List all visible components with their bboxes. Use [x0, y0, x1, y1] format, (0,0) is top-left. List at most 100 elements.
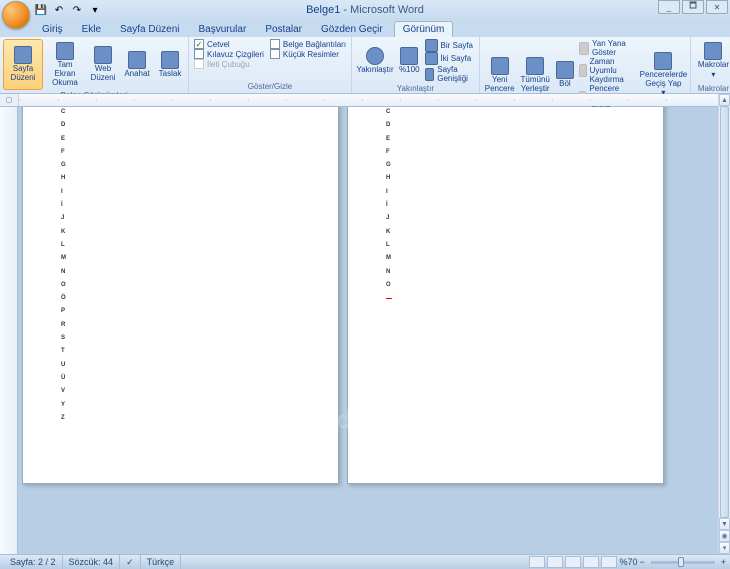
tab-mailings[interactable]: Postalar: [257, 22, 310, 37]
scroll-thumb[interactable]: [720, 106, 729, 518]
text-line[interactable]: H: [61, 175, 338, 188]
zoom-in-button[interactable]: +: [721, 557, 726, 567]
text-line[interactable]: P: [61, 308, 338, 321]
text-line[interactable]: E: [61, 136, 338, 149]
page-status[interactable]: Sayfa: 2 / 2: [4, 555, 63, 569]
scroll-up-icon[interactable]: ▲: [719, 94, 730, 106]
view-draft-icon[interactable]: [601, 556, 617, 568]
text-line[interactable]: C: [61, 109, 338, 122]
text-line[interactable]: C: [386, 109, 663, 122]
macros-button[interactable]: Makrolar ▾: [694, 39, 730, 83]
text-line[interactable]: O: [386, 282, 663, 295]
tab-view[interactable]: Görünüm: [394, 21, 454, 37]
view-fullscreen-icon[interactable]: [547, 556, 563, 568]
minimize-button[interactable]: _: [658, 0, 680, 14]
zoom-level[interactable]: %70: [619, 557, 637, 567]
text-line[interactable]: J: [61, 215, 338, 228]
page-2[interactable]: CDEFGHIİJKLMNO: [347, 107, 664, 484]
hundred-button[interactable]: %100: [397, 39, 421, 83]
text-line[interactable]: G: [61, 162, 338, 175]
text-line[interactable]: Z: [61, 415, 338, 428]
horizontal-ruler[interactable]: ▢ ··················: [0, 94, 730, 107]
text-line[interactable]: D: [386, 122, 663, 135]
save-icon[interactable]: 💾: [34, 3, 48, 17]
text-line[interactable]: Ö: [61, 295, 338, 308]
prev-page-icon[interactable]: ◉: [719, 530, 730, 542]
thumbs-checkbox[interactable]: Küçük Resimler: [268, 49, 348, 59]
scroll-down-icon[interactable]: ▼: [719, 518, 730, 530]
one-page-button[interactable]: Bir Sayfa: [424, 39, 476, 52]
outline-button[interactable]: Anahat: [121, 39, 153, 90]
page-width-button[interactable]: Sayfa Genişliği: [424, 65, 476, 83]
page-1[interactable]: CDEFGHIİJKLMNOÖPRSTUÜVYZ: [22, 107, 339, 484]
text-line[interactable]: V: [61, 388, 338, 401]
window-controls: _ 🗖 ✕: [658, 0, 728, 14]
cursor-line[interactable]: [386, 295, 663, 308]
text-line[interactable]: M: [386, 255, 663, 268]
two-page-button[interactable]: İki Sayfa: [424, 52, 476, 65]
group-macros: Makrolar ▾ Makrolar: [691, 37, 730, 93]
word-count[interactable]: Sözcük: 44: [63, 555, 121, 569]
text-line[interactable]: R: [61, 322, 338, 335]
text-line[interactable]: J: [386, 215, 663, 228]
view-outline-icon[interactable]: [583, 556, 599, 568]
tab-home[interactable]: Giriş: [34, 22, 71, 37]
zoom-slider[interactable]: [651, 561, 715, 564]
redo-icon[interactable]: ↷: [70, 3, 84, 17]
group-zoom: Yakınlaştır %100 Bir Sayfa İki Sayfa Say…: [352, 37, 480, 93]
text-line[interactable]: G: [386, 162, 663, 175]
text-line[interactable]: K: [386, 229, 663, 242]
ruler-toggle[interactable]: ▢: [0, 94, 19, 106]
office-button[interactable]: [2, 1, 30, 29]
text-line[interactable]: O: [61, 282, 338, 295]
zoom-button[interactable]: Yakınlaştır: [355, 39, 395, 83]
text-line[interactable]: M: [61, 255, 338, 268]
text-line[interactable]: S: [61, 335, 338, 348]
text-line[interactable]: H: [386, 175, 663, 188]
text-line[interactable]: L: [61, 242, 338, 255]
view-print-icon[interactable]: [529, 556, 545, 568]
gridlines-checkbox[interactable]: Kılavuz Çizgileri: [192, 49, 266, 59]
text-line[interactable]: I: [386, 189, 663, 202]
web-layout-button[interactable]: Web Düzeni: [87, 39, 119, 90]
text-line[interactable]: I: [61, 189, 338, 202]
ribbon-tabs: Giriş Ekle Sayfa Düzeni Başvurular Posta…: [0, 20, 730, 37]
vertical-ruler[interactable]: [0, 107, 18, 554]
text-line[interactable]: L: [386, 242, 663, 255]
text-line[interactable]: D: [61, 122, 338, 135]
print-layout-button[interactable]: Sayfa Düzeni: [3, 39, 43, 90]
undo-icon[interactable]: ↶: [52, 3, 66, 17]
zoom-out-button[interactable]: −: [639, 557, 644, 567]
maximize-button[interactable]: 🗖: [682, 0, 704, 14]
text-line[interactable]: İ: [61, 202, 338, 215]
ruler-checkbox[interactable]: ✓Cetvel: [192, 39, 266, 49]
text-line[interactable]: F: [61, 149, 338, 162]
text-line[interactable]: E: [386, 136, 663, 149]
vertical-scrollbar[interactable]: ▲ ▼ ◉ ▾: [718, 94, 730, 554]
text-line[interactable]: İ: [386, 202, 663, 215]
text-line[interactable]: Ü: [61, 375, 338, 388]
tab-pagelayout[interactable]: Sayfa Düzeni: [112, 22, 187, 37]
view-web-icon[interactable]: [565, 556, 581, 568]
text-line[interactable]: K: [61, 229, 338, 242]
spell-check-icon[interactable]: ✓: [120, 555, 141, 569]
text-line[interactable]: N: [61, 269, 338, 282]
text-line[interactable]: F: [386, 149, 663, 162]
text-line[interactable]: T: [61, 348, 338, 361]
tab-insert[interactable]: Ekle: [74, 22, 109, 37]
close-button[interactable]: ✕: [706, 0, 728, 14]
fullscreen-button[interactable]: Tam Ekran Okuma: [45, 39, 85, 90]
draft-button[interactable]: Taslak: [155, 39, 185, 90]
group-macros-label: Makrolar: [694, 83, 730, 95]
text-line[interactable]: N: [386, 269, 663, 282]
text-line[interactable]: U: [61, 362, 338, 375]
qat-dropdown-icon[interactable]: ▾: [88, 3, 102, 17]
next-page-icon[interactable]: ▾: [719, 542, 730, 554]
ribbon: Sayfa Düzeni Tam Ekran Okuma Web Düzeni …: [0, 37, 730, 94]
tab-references[interactable]: Başvurular: [191, 22, 255, 37]
text-line[interactable]: Y: [61, 402, 338, 415]
tab-review[interactable]: Gözden Geçir: [313, 22, 391, 37]
doclinks-checkbox[interactable]: Belge Bağlantıları: [268, 39, 348, 49]
window-title: Belge1 - Microsoft Word: [306, 4, 424, 16]
language-status[interactable]: Türkçe: [141, 555, 182, 569]
